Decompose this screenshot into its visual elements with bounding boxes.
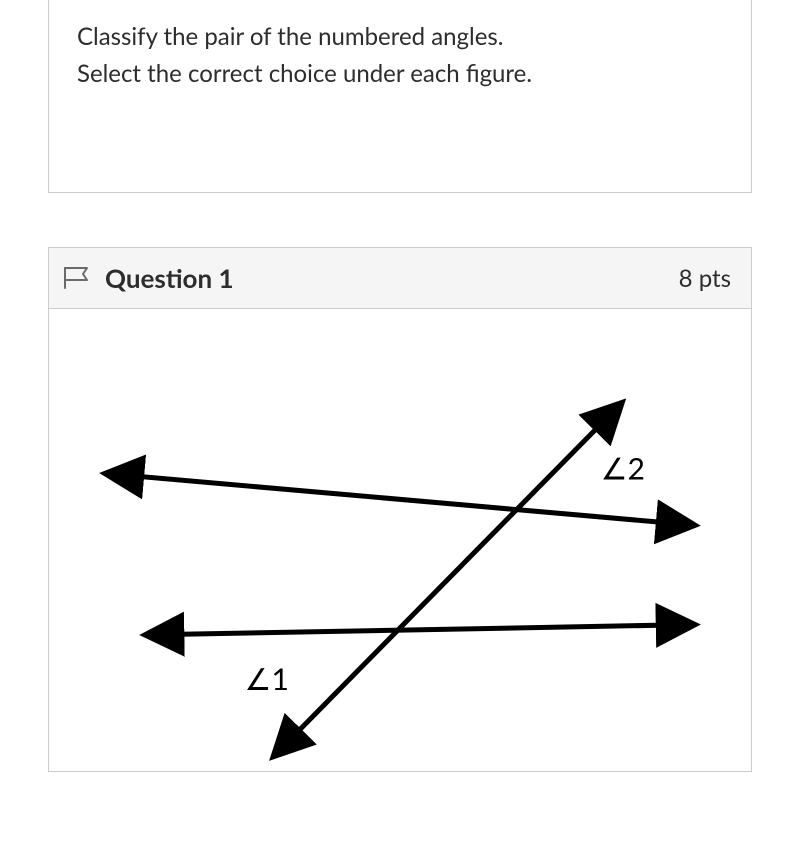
flag-icon[interactable]: [63, 266, 91, 290]
angles-figure: ∠2 ∠1: [69, 379, 731, 760]
question-title: Question 1: [105, 262, 679, 294]
instruction-box: Classify the pair of the numbered angles…: [48, 0, 752, 193]
question-header: Question 1 8 pts: [49, 248, 751, 309]
angle2-label: ∠2: [601, 451, 645, 487]
spacer: [0, 193, 800, 247]
question-card: Question 1 8 pts ∠2 ∠1: [48, 247, 752, 771]
question-points: 8 pts: [679, 264, 731, 293]
instruction-text-line2: Select the correct choice under each fig…: [77, 55, 723, 92]
angle1-label: ∠1: [245, 661, 289, 697]
instruction-text-line1: Classify the pair of the numbered angles…: [77, 18, 723, 55]
line-transversal: [280, 409, 616, 750]
line-lower: [154, 625, 686, 635]
figure-area: ∠2 ∠1: [49, 309, 751, 770]
